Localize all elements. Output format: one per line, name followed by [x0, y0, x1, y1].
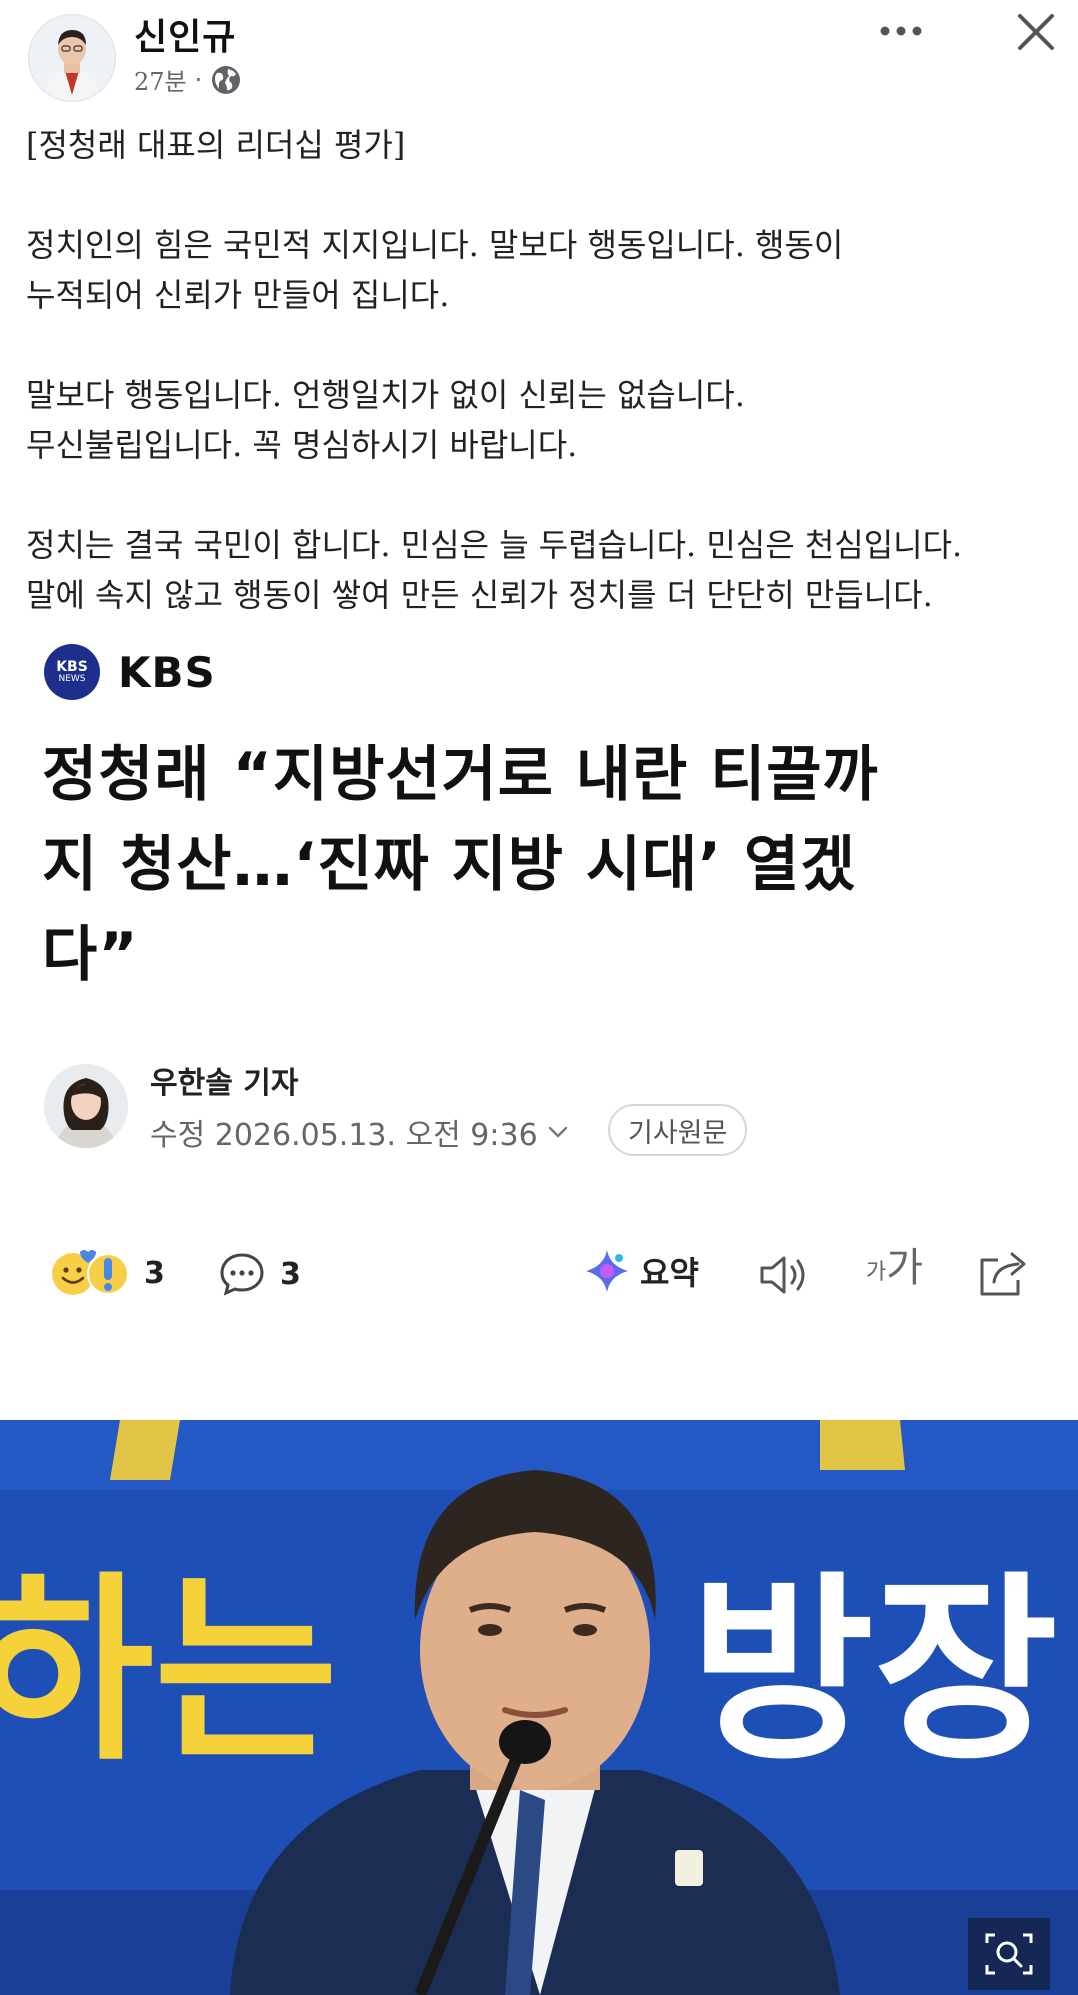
reporter-avatar-image	[44, 1064, 128, 1148]
banner-text-left: 하는	[0, 1555, 338, 1788]
original-article-button[interactable]: 기사원문	[608, 1104, 748, 1156]
banner-text-right: 방장	[690, 1555, 1058, 1788]
post-line: 말보다 행동입니다. 언행일치가 없이 신뢰는 없습니다.	[26, 376, 745, 414]
post-time: 27분	[134, 68, 187, 96]
zoom-icon	[985, 1933, 1033, 1975]
speaker-icon[interactable]	[756, 1250, 812, 1300]
photo-scene: 하는 방장	[0, 1420, 1078, 1995]
kbs-logo-text: KBS	[56, 659, 88, 675]
font-size-big: 가	[886, 1245, 924, 1291]
comment-button[interactable]: 3	[218, 1250, 301, 1298]
headline-line: 다”	[42, 920, 139, 990]
author-name[interactable]: 신인규	[134, 8, 236, 60]
close-icon[interactable]	[1012, 8, 1060, 56]
reaction-button[interactable]: 3	[48, 1248, 165, 1298]
headline-line: 정청래 “지방선거로 내란 티끌까	[42, 740, 879, 810]
reporter-name[interactable]: 우한솔 기자	[150, 1058, 298, 1102]
post-line: 정치는 결국 국민이 합니다. 민심은 늘 두렵습니다. 민심은 천심입니다.	[26, 526, 963, 564]
reaction-count: 3	[144, 1255, 165, 1291]
summary-button[interactable]: 요약	[584, 1248, 699, 1294]
post-meta: 27분 ·	[134, 62, 242, 97]
author-avatar[interactable]	[28, 14, 116, 102]
chevron-down-icon[interactable]	[546, 1120, 570, 1144]
comment-icon	[220, 1253, 264, 1296]
post-line: 무신불립입니다. 꼭 명심하시기 바랍니다.	[26, 426, 578, 464]
font-size-button[interactable]: 가 가	[866, 1248, 923, 1288]
comment-count: 3	[280, 1256, 301, 1292]
edit-date-text: 수정 2026.05.13. 오전 9:36	[150, 1118, 538, 1153]
reporter-avatar[interactable]	[44, 1064, 128, 1148]
author-avatar-image	[29, 15, 115, 101]
summary-label: 요약	[640, 1254, 699, 1292]
zoom-button[interactable]	[968, 1918, 1050, 1990]
ai-sparkle-icon	[586, 1250, 628, 1292]
edit-date: 수정 2026.05.13. 오전 9:36	[150, 1110, 570, 1154]
globe-icon	[212, 65, 241, 94]
news-source[interactable]: KBS NEWS KBS	[44, 644, 216, 700]
post-line: [정청래 대표의 리더십 평가]	[26, 126, 406, 164]
post-line: 말에 속지 않고 행동이 쌓여 만든 신뢰가 정치를 더 단단히 만듭니다.	[26, 576, 933, 614]
post-line: 정치인의 힘은 국민적 지지입니다. 말보다 행동입니다. 행동이	[26, 226, 844, 264]
kbs-logo-icon: KBS NEWS	[44, 644, 100, 700]
font-size-small: 가	[866, 1260, 887, 1285]
post-line: 누적되어 신뢰가 만들어 집니다.	[26, 276, 450, 314]
kbs-logo-subtext: NEWS	[58, 674, 86, 684]
article-actions: 3 3 요약 가 가	[0, 1240, 1078, 1312]
share-icon[interactable]	[976, 1248, 1032, 1300]
post-header: 신인규 27분 ·	[0, 0, 1078, 120]
meta-separator: ·	[194, 65, 203, 94]
post-text: [정청래 대표의 리더십 평가] 정치인의 힘은 국민적 지지입니다. 말보다 …	[26, 120, 1056, 620]
surprise-emoji-icon	[87, 1253, 129, 1295]
article-headline[interactable]: 정청래 “지방선거로 내란 티끌까 지 청산…‘진짜 지방 시대’ 열겠 다”	[42, 730, 1042, 1000]
headline-line: 지 청산…‘진짜 지방 시대’ 열겠	[42, 830, 857, 900]
article-photo[interactable]: 하는 방장	[0, 1420, 1078, 1995]
more-options-icon[interactable]	[876, 14, 926, 48]
source-name: KBS	[118, 647, 216, 697]
